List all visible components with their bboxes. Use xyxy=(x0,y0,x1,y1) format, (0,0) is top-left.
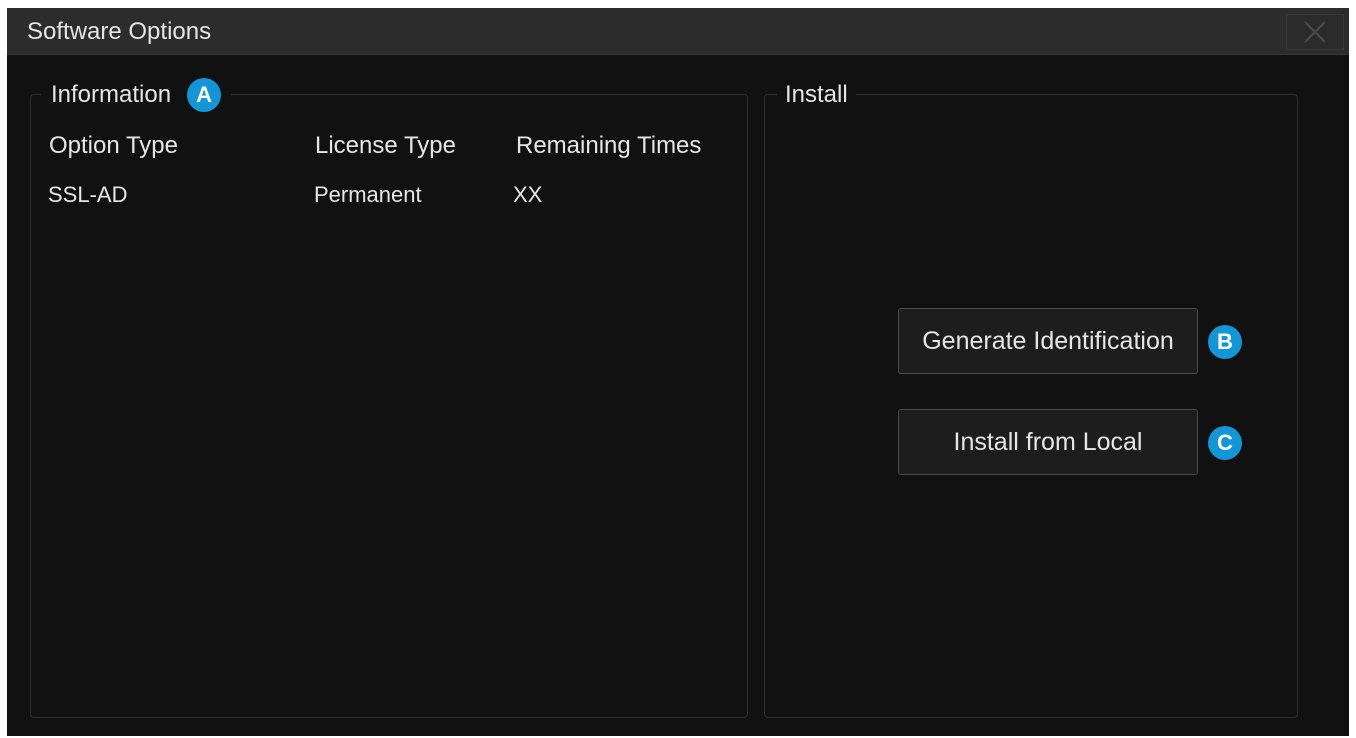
column-header-license-type: License Type xyxy=(315,132,456,159)
software-options-dialog: Software Options Information A Option Ty… xyxy=(7,8,1349,736)
install-legend: Install xyxy=(777,78,856,112)
generate-identification-button[interactable]: Generate Identification xyxy=(898,308,1198,374)
callout-badge-c: C xyxy=(1208,426,1242,460)
callout-badge-b: B xyxy=(1208,325,1242,359)
title-bar: Software Options xyxy=(7,8,1349,55)
column-header-remaining-times: Remaining Times xyxy=(516,132,702,159)
install-group: Install Generate Identification B Instal… xyxy=(764,78,1298,718)
install-from-local-button[interactable]: Install from Local xyxy=(898,409,1198,475)
close-button[interactable] xyxy=(1286,14,1344,50)
cell-remaining-times: XX xyxy=(513,182,543,207)
cell-license-type: Permanent xyxy=(314,182,422,207)
cell-option-type: SSL-AD xyxy=(48,182,128,207)
close-icon xyxy=(1304,21,1326,43)
install-label: Install xyxy=(785,81,848,108)
information-label: Information xyxy=(51,81,172,108)
dialog-title: Software Options xyxy=(27,18,212,45)
information-group: Information A Option Type License Type R… xyxy=(30,78,748,718)
callout-badge-a: A xyxy=(187,78,222,112)
column-header-option-type: Option Type xyxy=(49,132,178,159)
information-legend: Information A xyxy=(41,78,232,112)
